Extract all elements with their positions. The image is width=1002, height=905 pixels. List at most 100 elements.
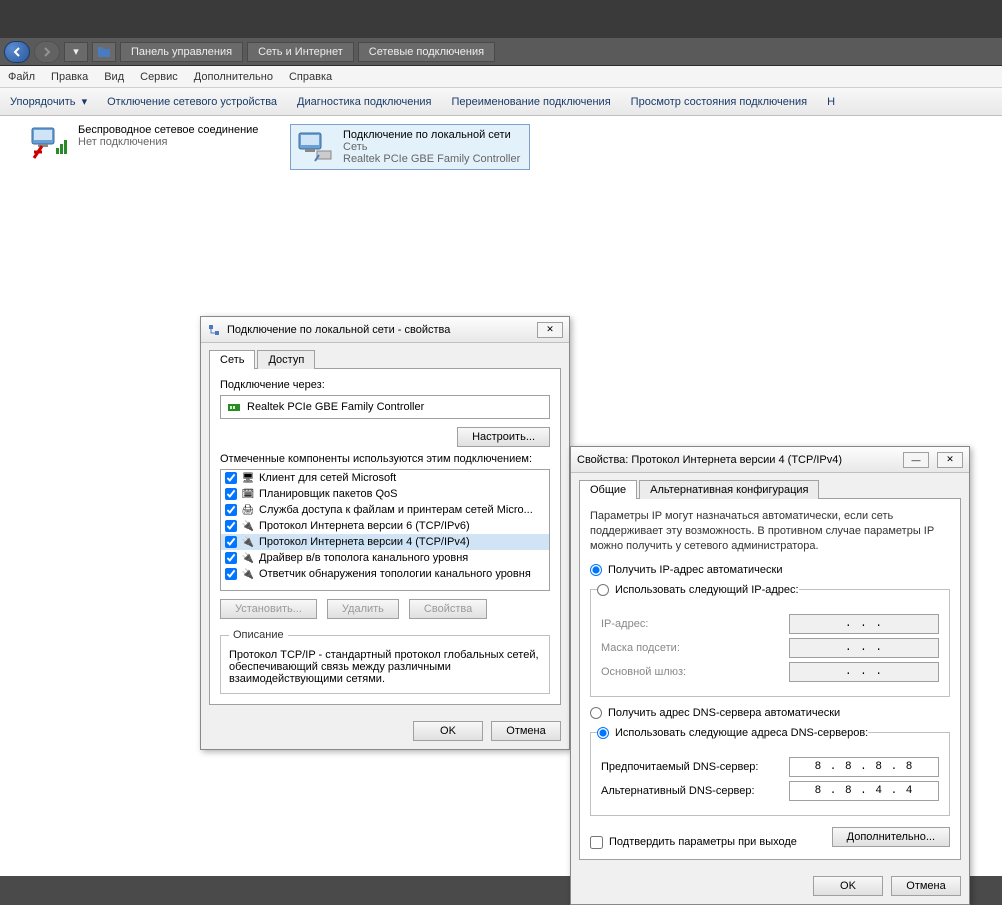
dlg1-ok-button[interactable]: OK — [413, 721, 483, 741]
description-text: Протокол TCP/IP - стандартный протокол г… — [229, 649, 541, 685]
preferred-dns-input[interactable]: 8 . 8 . 8 . 8 — [789, 757, 939, 777]
adapter-name: Realtek PCIe GBE Family Controller — [247, 401, 424, 413]
dlg1-title: Подключение по локальной сети - свойства — [227, 324, 450, 336]
radio-auto-dns-input[interactable] — [590, 707, 602, 719]
checkbox[interactable] — [225, 504, 237, 516]
properties-button[interactable]: Свойства — [409, 599, 487, 619]
navigation-bar: ▾ Панель управления Сеть и Интернет Сете… — [0, 38, 1002, 66]
dlg1-tab-network[interactable]: Сеть — [209, 350, 255, 369]
radio-manual-ip-label: Использовать следующий IP-адрес: — [615, 584, 799, 596]
adapter-field[interactable]: Realtek PCIe GBE Family Controller — [220, 395, 550, 419]
list-item-label: Протокол Интернета версии 4 (TCP/IPv4) — [259, 536, 470, 548]
radio-manual-dns[interactable]: Использовать следующие адреса DNS-сервер… — [597, 727, 868, 739]
list-item-label: Драйвер в/в тополога канального уровня — [259, 552, 468, 564]
checkbox[interactable] — [225, 472, 237, 484]
dlg1-close-button[interactable]: ✕ — [537, 322, 563, 338]
radio-manual-ip[interactable]: Использовать следующий IP-адрес: — [597, 584, 799, 596]
menu-view[interactable]: Вид — [104, 71, 124, 83]
radio-auto-ip-input[interactable] — [590, 564, 602, 576]
subnet-mask-input: . . . — [789, 638, 939, 658]
radio-auto-dns[interactable]: Получить адрес DNS-сервера автоматически — [590, 707, 950, 719]
confirm-label: Подтвердить параметры при выходе — [609, 836, 797, 848]
menu-edit[interactable]: Правка — [51, 71, 88, 83]
menu-tools[interactable]: Сервис — [140, 71, 178, 83]
list-item-label: Планировщик пакетов QoS — [259, 488, 398, 500]
checkbox[interactable] — [225, 568, 237, 580]
checkbox[interactable] — [225, 536, 237, 548]
confirm-checkbox-row[interactable]: Подтвердить параметры при выходе — [590, 836, 797, 849]
breadcrumb-network-internet[interactable]: Сеть и Интернет — [247, 42, 354, 62]
subnet-mask-label: Маска подсети: — [601, 642, 680, 654]
connection-lan[interactable]: Подключение по локальной сети Сеть Realt… — [290, 124, 530, 170]
radio-auto-dns-label: Получить адрес DNS-сервера автоматически — [608, 707, 840, 719]
dlg1-cancel-button[interactable]: Отмена — [491, 721, 561, 741]
preferred-dns-label: Предпочитаемый DNS-сервер: — [601, 761, 758, 773]
menu-help[interactable]: Справка — [289, 71, 332, 83]
back-button[interactable] — [4, 41, 30, 63]
list-item: 🖨Служба доступа к файлам и принтерам сет… — [221, 502, 549, 518]
share-icon: 🖨 — [241, 503, 255, 517]
description-title: Описание — [229, 629, 288, 641]
list-item-selected: 🔌 Протокол Интернета версии 4 (TCP/IPv4) — [221, 534, 549, 550]
dlg1-titlebar[interactable]: Подключение по локальной сети - свойства… — [201, 317, 569, 343]
list-item: 🖥Клиент для сетей Microsoft — [221, 470, 549, 486]
adapter-icon — [227, 400, 241, 414]
toolbar: Упорядочить ▾ Отключение сетевого устрой… — [0, 88, 1002, 116]
toolbar-rename[interactable]: Переименование подключения — [452, 96, 611, 108]
checkbox[interactable] — [225, 552, 237, 564]
radio-manual-ip-input[interactable] — [597, 584, 609, 596]
radio-auto-ip-label: Получить IP-адрес автоматически — [608, 564, 782, 576]
toolbar-diagnose[interactable]: Диагностика подключения — [297, 96, 431, 108]
up-button[interactable]: ▾ — [64, 42, 88, 62]
menu-advanced[interactable]: Дополнительно — [194, 71, 273, 83]
description-box: Описание Протокол TCP/IP - стандартный п… — [220, 629, 550, 694]
checkbox[interactable] — [225, 488, 237, 500]
lan-network: Сеть — [343, 141, 520, 153]
ip-address-label: IP-адрес: — [601, 618, 648, 630]
install-button[interactable]: Установить... — [220, 599, 317, 619]
dlg2-titlebar[interactable]: Свойства: Протокол Интернета версии 4 (T… — [571, 447, 969, 473]
remove-button: Удалить — [327, 599, 399, 619]
lan-device: Realtek PCIe GBE Family Controller — [343, 153, 520, 165]
connection-properties-dialog: Подключение по локальной сети - свойства… — [200, 316, 570, 750]
menu-bar: Файл Правка Вид Сервис Дополнительно Спр… — [0, 66, 1002, 88]
menu-file[interactable]: Файл — [8, 71, 35, 83]
toolbar-more[interactable]: Н — [827, 96, 835, 108]
components-list[interactable]: 🖥Клиент для сетей Microsoft 🗓 Планировщик… — [220, 469, 550, 591]
dlg2-title: Свойства: Протокол Интернета версии 4 (T… — [577, 454, 842, 466]
radio-auto-ip[interactable]: Получить IP-адрес автоматически — [590, 564, 950, 576]
radio-manual-dns-input[interactable] — [597, 727, 609, 739]
dlg1-tab-access[interactable]: Доступ — [257, 350, 315, 369]
forward-button — [34, 41, 60, 63]
toolbar-disable[interactable]: Отключение сетевого устройства — [107, 96, 277, 108]
connection-wireless[interactable]: Беспроводное сетевое соединение Нет подк… — [30, 124, 270, 160]
dlg2-tab-alternate[interactable]: Альтернативная конфигурация — [639, 480, 819, 499]
list-item: 🗓 Планировщик пакетов QoS — [221, 486, 549, 502]
configure-button[interactable]: Настроить... — [457, 427, 550, 447]
wireless-icon — [30, 124, 70, 160]
toolbar-status[interactable]: Просмотр состояния подключения — [631, 96, 807, 108]
gateway-input: . . . — [789, 662, 939, 682]
gateway-label: Основной шлюз: — [601, 666, 686, 678]
list-item-label: Ответчик обнаружения топологии канальног… — [259, 568, 531, 580]
protocol-icon: 🔌 — [241, 535, 255, 549]
tcpip-properties-dialog: Свойства: Протокол Интернета версии 4 (T… — [570, 446, 970, 905]
advanced-button[interactable]: Дополнительно... — [832, 827, 950, 847]
network-icon — [207, 323, 221, 337]
checkbox[interactable] — [225, 520, 237, 532]
dlg2-close-button[interactable]: ✕ — [937, 452, 963, 468]
responder-icon: 🔌 — [241, 567, 255, 581]
breadcrumb-control-panel[interactable]: Панель управления — [120, 42, 243, 62]
dlg2-cancel-button[interactable]: Отмена — [891, 876, 961, 896]
qos-icon: 🗓 — [241, 487, 255, 501]
alternate-dns-input[interactable]: 8 . 8 . 4 . 4 — [789, 781, 939, 801]
connect-via-label: Подключение через: — [220, 379, 550, 391]
confirm-checkbox[interactable] — [590, 836, 603, 849]
list-item: 🔌Протокол Интернета версии 6 (TCP/IPv6) — [221, 518, 549, 534]
toolbar-organize[interactable]: Упорядочить ▾ — [10, 95, 87, 108]
dlg2-ok-button[interactable]: OK — [813, 876, 883, 896]
breadcrumb-network-connections[interactable]: Сетевые подключения — [358, 42, 495, 62]
dlg2-minimize-button[interactable]: — — [903, 452, 929, 468]
dlg2-tab-general[interactable]: Общие — [579, 480, 637, 499]
driver-icon: 🔌 — [241, 551, 255, 565]
